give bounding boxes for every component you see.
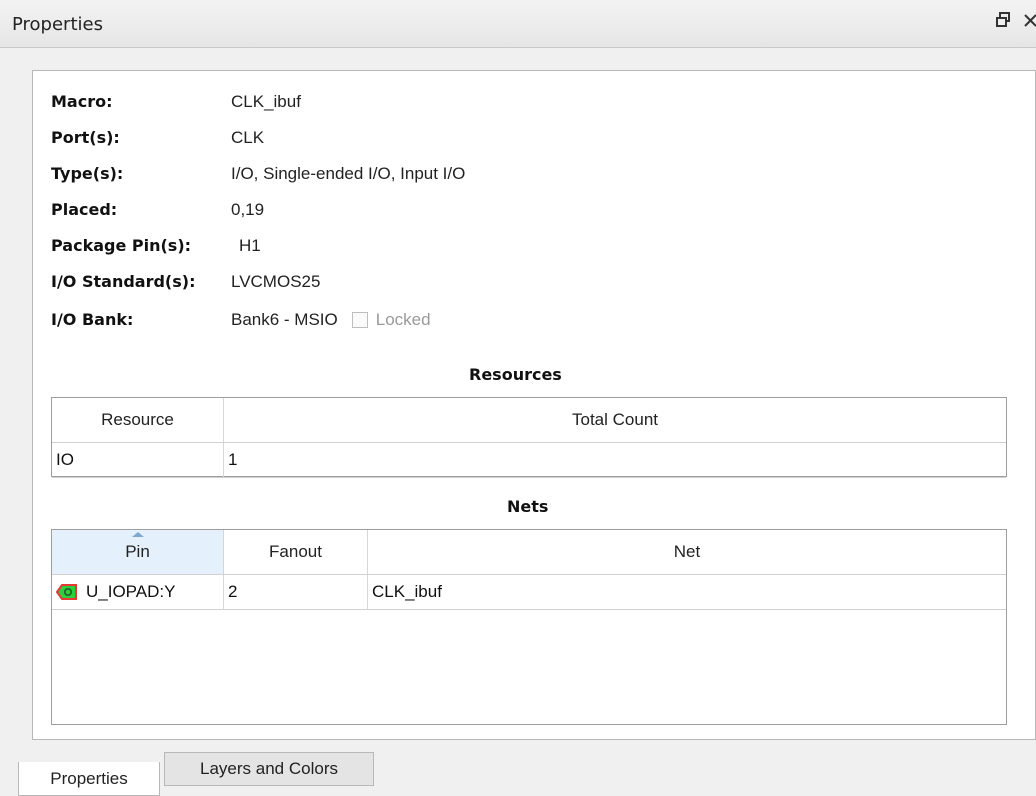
ports-value: CLK (231, 128, 265, 147)
ports-row: Port(s): CLK (51, 125, 264, 151)
pin-column-label: Pin (125, 542, 150, 561)
tab-properties[interactable]: Properties (18, 762, 160, 796)
resources-heading: Resources (469, 365, 562, 384)
io-standard-row: I/O Standard(s): LVCMOS25 (51, 269, 320, 295)
resources-table: Resource Total Count IO 1 (51, 397, 1007, 478)
title-bar-controls (994, 12, 1036, 30)
io-standard-label: I/O Standard(s): (51, 272, 196, 291)
macro-value: CLK_ibuf (231, 92, 301, 111)
types-row: Type(s): I/O, Single-ended I/O, Input I/… (51, 161, 465, 187)
package-pins-label: Package Pin(s): (51, 236, 192, 255)
table-row[interactable]: U_IOPAD:Y 2 CLK_ibuf (52, 575, 1006, 610)
net-cell: CLK_ibuf (372, 582, 442, 601)
io-bank-row: I/O Bank: Bank6 - MSIO Locked (51, 307, 431, 333)
resource-cell: IO (52, 443, 224, 477)
pin-name: U_IOPAD:Y (86, 582, 176, 601)
locked-checkbox[interactable] (351, 312, 368, 328)
package-pins-value: H1 (239, 236, 261, 255)
types-label: Type(s): (51, 164, 124, 183)
fanout-column-header[interactable]: Fanout (224, 530, 368, 574)
total-count-cell: 1 (228, 450, 238, 469)
placed-value: 0,19 (231, 200, 265, 219)
macro-label: Macro: (51, 92, 113, 111)
pin-column-header[interactable]: Pin (52, 530, 224, 574)
locked-label: Locked (375, 310, 431, 329)
io-bank-value: Bank6 - MSIO (231, 310, 338, 329)
sort-ascending-icon (131, 532, 144, 537)
io-standard-value: LVCMOS25 (231, 272, 321, 291)
panel-title-bar: Properties (0, 0, 1036, 48)
close-icon[interactable] (1022, 12, 1036, 30)
tab-layers-and-colors[interactable]: Layers and Colors (164, 752, 374, 786)
resources-table-header: Resource Total Count (52, 398, 1006, 443)
total-count-column-header[interactable]: Total Count (224, 398, 1006, 442)
properties-content: Macro: CLK_ibuf Port(s): CLK Type(s): I/… (32, 70, 1036, 740)
nets-heading: Nets (507, 497, 549, 516)
io-bank-label: I/O Bank: (51, 310, 134, 329)
table-row[interactable]: IO 1 (52, 443, 1006, 478)
ports-label: Port(s): (51, 128, 120, 147)
placed-row: Placed: 0,19 (51, 197, 264, 223)
restore-window-icon[interactable] (994, 12, 1012, 30)
package-pins-row: Package Pin(s): H1 (51, 233, 261, 259)
fanout-cell: 2 (224, 575, 368, 609)
macro-row: Macro: CLK_ibuf (51, 89, 301, 115)
panel-title: Properties (12, 14, 103, 35)
output-pin-icon (55, 584, 78, 600)
nets-table-header: Pin Fanout Net (52, 530, 1006, 575)
types-value: I/O, Single-ended I/O, Input I/O (231, 164, 466, 183)
resource-column-header[interactable]: Resource (52, 398, 224, 442)
locked-checkbox-wrap: Locked (351, 307, 431, 333)
nets-table: Pin Fanout Net U_IOPAD:Y 2 CLK_ibuf (51, 529, 1007, 725)
bottom-tab-strip: Properties Layers and Colors (0, 752, 1036, 796)
placed-label: Placed: (51, 200, 118, 219)
net-column-header[interactable]: Net (368, 530, 1006, 574)
pin-cell: U_IOPAD:Y (52, 575, 224, 609)
